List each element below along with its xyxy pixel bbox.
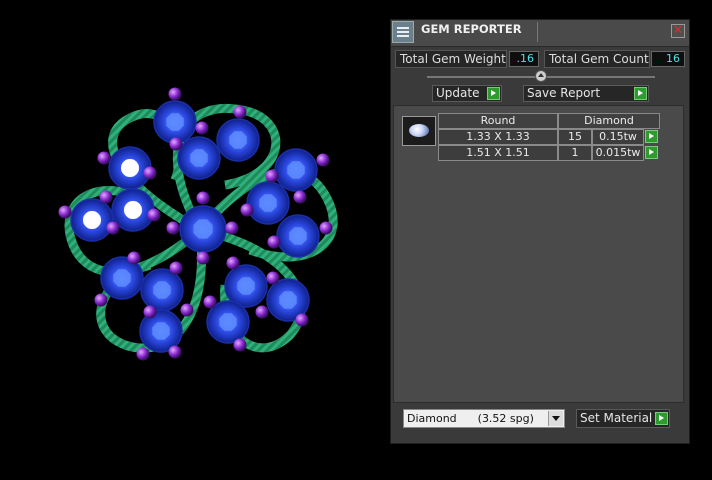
selected-gem-highlight — [83, 211, 101, 229]
row-2-weight: 0.015tw — [592, 145, 644, 161]
prong-bead — [295, 313, 309, 327]
panel-title: GEM REPORTER — [421, 22, 522, 36]
prong-bead — [180, 303, 194, 317]
gem-table-facet — [152, 322, 170, 340]
prong-bead — [226, 256, 240, 270]
set-material-button[interactable]: Set Material — [576, 409, 670, 428]
prong-bead — [127, 251, 141, 265]
prong-bead — [319, 221, 333, 235]
total-gem-weight-label: Total Gem Weight — [395, 50, 507, 68]
gem-table-facet — [219, 313, 237, 331]
prong-bead — [233, 338, 247, 352]
title-divider — [537, 22, 538, 42]
prong-bead — [265, 169, 279, 183]
prong-bead — [316, 153, 330, 167]
gem-table-facet — [193, 219, 213, 239]
row-2-size: 1.51 X 1.51 — [438, 145, 558, 161]
prong-bead — [195, 121, 209, 135]
gem-table-facet — [113, 269, 131, 287]
gem-table-facet — [229, 131, 247, 149]
material-select-value: Diamond (3.52 spg) — [407, 412, 534, 425]
material-select[interactable]: Diamond (3.52 spg) — [403, 409, 565, 428]
gem-table-facet — [166, 113, 184, 131]
gem-list: Round Diamond 1.33 X 1.33 15 0.15tw 1.51… — [393, 105, 684, 403]
total-gem-count-label: Total Gem Count — [544, 50, 650, 68]
close-icon[interactable]: ✕ — [671, 24, 685, 38]
prong-bead — [168, 87, 182, 101]
row-1-weight: 0.15tw — [592, 129, 644, 145]
gem-table-facet — [289, 227, 307, 245]
prong-bead — [58, 205, 72, 219]
prong-bead — [196, 251, 210, 265]
gem-table-facet — [287, 161, 305, 179]
play-arrow-icon[interactable] — [645, 146, 658, 159]
row-2-count: 1 — [558, 145, 592, 161]
play-arrow-icon[interactable] — [634, 87, 647, 100]
prong-bead — [143, 166, 157, 180]
column-header-round: Round — [438, 113, 558, 129]
selected-gem-highlight — [124, 201, 142, 219]
prong-bead — [240, 203, 254, 217]
prong-bead — [106, 221, 120, 235]
selected-gem-highlight — [121, 159, 139, 177]
splitter-handle[interactable] — [535, 70, 547, 82]
update-label: Update — [436, 86, 480, 100]
ring-model — [58, 87, 338, 361]
title-bar[interactable]: GEM REPORTER ✕ — [391, 20, 689, 47]
play-arrow-icon[interactable] — [487, 87, 500, 100]
prong-bead — [168, 345, 182, 359]
prong-bead — [97, 151, 111, 165]
prong-bead — [143, 305, 157, 319]
prong-bead — [225, 221, 239, 235]
column-header-diamond: Diamond — [558, 113, 660, 129]
gem-table-facet — [153, 281, 171, 299]
update-button[interactable]: Update — [432, 85, 502, 102]
3d-viewport[interactable] — [0, 0, 390, 476]
prong-bead — [266, 271, 280, 285]
gem-table-facet — [190, 149, 208, 167]
prong-bead — [147, 208, 161, 222]
prong-bead — [233, 105, 247, 119]
row-1-count: 15 — [558, 129, 592, 145]
gem-table-facet — [259, 194, 277, 212]
total-gem-count-value: 16 — [651, 51, 685, 67]
set-material-label: Set Material — [580, 411, 653, 425]
gem-table-facet — [237, 277, 255, 295]
gem-table-facet — [279, 291, 297, 309]
prong-bead — [166, 221, 180, 235]
prong-bead — [169, 137, 183, 151]
gem-reporter-icon — [392, 21, 414, 43]
play-arrow-icon[interactable] — [645, 130, 658, 143]
chevron-down-icon[interactable] — [548, 411, 563, 426]
gem-reporter-panel: GEM REPORTER ✕ Total Gem Weight .16 Tota… — [390, 19, 690, 444]
prong-bead — [255, 305, 269, 319]
save-report-button[interactable]: Save Report — [523, 85, 649, 102]
save-report-label: Save Report — [527, 86, 601, 100]
prong-bead — [196, 191, 210, 205]
prong-bead — [267, 235, 281, 249]
prong-bead — [94, 293, 108, 307]
play-arrow-icon[interactable] — [655, 412, 668, 425]
prong-bead — [169, 261, 183, 275]
total-gem-weight-value: .16 — [509, 51, 539, 67]
round-gem-icon — [402, 116, 436, 146]
row-1-size: 1.33 X 1.33 — [438, 129, 558, 145]
prong-bead — [136, 347, 150, 361]
prong-bead — [99, 190, 113, 204]
prong-bead — [293, 190, 307, 204]
prong-bead — [203, 295, 217, 309]
